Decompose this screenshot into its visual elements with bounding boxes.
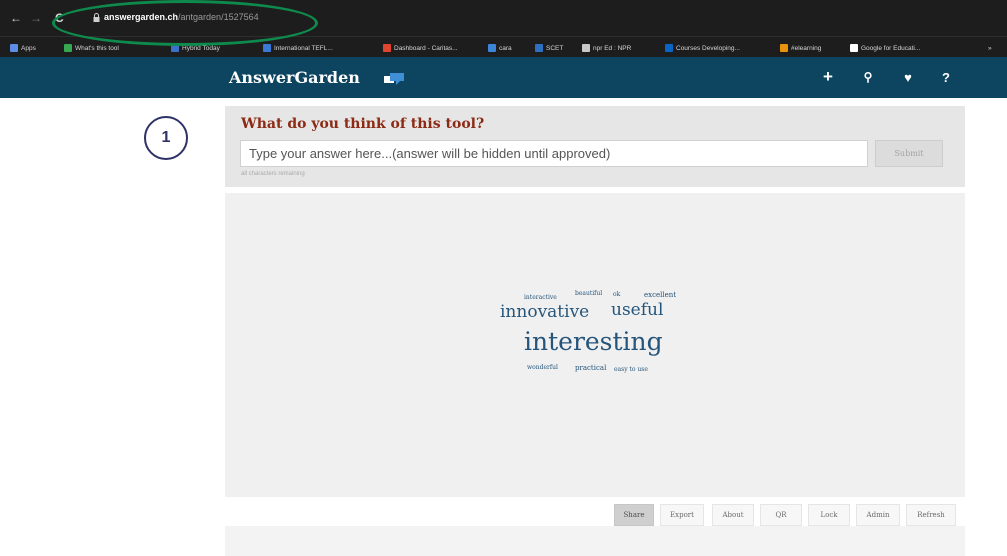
bookmark-item[interactable]: Dashboard - Caritas... xyxy=(383,42,458,54)
character-counter: all characters remaining xyxy=(241,171,305,177)
bookmark-label: #elearning xyxy=(791,44,822,52)
bookmark-label: Hybrid Today xyxy=(182,44,220,52)
cloud-word[interactable]: practical xyxy=(575,365,606,372)
answer-input[interactable] xyxy=(240,140,868,167)
bookmark-favicon-icon xyxy=(535,44,543,52)
url-text[interactable]: answergarden.ch/antgarden/1527564 xyxy=(104,12,259,22)
bookmark-favicon-icon xyxy=(850,44,858,52)
qr-button[interactable]: QR xyxy=(760,504,802,526)
cloud-word[interactable]: ok xyxy=(613,292,620,298)
bookmark-favicon-icon xyxy=(780,44,788,52)
admin-button[interactable]: Admin xyxy=(856,504,900,526)
back-arrow-icon[interactable]: ← xyxy=(10,12,22,24)
answers-panel xyxy=(225,526,965,556)
about-button[interactable]: About xyxy=(712,504,754,526)
cloud-word[interactable]: wonderful xyxy=(527,365,558,371)
cloud-word[interactable]: useful xyxy=(611,302,663,319)
bookmark-label: Courses Developing... xyxy=(676,44,740,52)
bookmark-favicon-icon xyxy=(582,44,590,52)
bookmark-item[interactable]: cara xyxy=(488,42,512,54)
bookmark-label: Google for Educati... xyxy=(861,44,921,52)
bookmark-item[interactable]: SCET xyxy=(535,42,563,54)
bookmark-label: International TEFL... xyxy=(274,44,333,52)
plus-icon[interactable]: + xyxy=(818,67,838,87)
bookmark-favicon-icon xyxy=(10,44,18,52)
bookmark-favicon-icon xyxy=(263,44,271,52)
export-button[interactable]: Export xyxy=(660,504,704,526)
bookmark-item[interactable]: Courses Developing... xyxy=(665,42,740,54)
lock-icon xyxy=(93,13,100,22)
bookmark-favicon-icon xyxy=(665,44,673,52)
url-host: answergarden.ch xyxy=(104,12,179,22)
lock-button[interactable]: Lock xyxy=(808,504,850,526)
bookmark-item[interactable]: npr Ed : NPR xyxy=(582,42,631,54)
bookmark-item[interactable]: Apps xyxy=(10,42,36,54)
more-bookmarks-icon[interactable]: » xyxy=(988,42,992,54)
bookmark-item[interactable]: Google for Educati... xyxy=(850,42,920,54)
help-icon[interactable]: ? xyxy=(936,67,956,87)
question-title: What do you think of this tool? xyxy=(241,116,485,132)
cloud-word[interactable]: easy to use xyxy=(614,367,648,373)
submit-button[interactable]: Submit xyxy=(875,140,943,167)
cloud-word[interactable]: interesting xyxy=(524,329,663,354)
share-button[interactable]: Share xyxy=(614,504,654,526)
refresh-button[interactable]: Refresh xyxy=(906,504,956,526)
bookmark-favicon-icon xyxy=(488,44,496,52)
bookmark-label: What's this tool xyxy=(75,44,119,52)
bookmark-item[interactable]: International TEFL... xyxy=(263,42,333,54)
bookmark-item[interactable]: What's this tool xyxy=(64,42,119,54)
browser-address-bar: ← → C answergarden.ch/antgarden/1527564 xyxy=(0,0,1007,36)
app-header: AnswerGarden + ⚲ ♥ ? xyxy=(0,57,1007,98)
search-icon[interactable]: ⚲ xyxy=(858,67,878,87)
cloud-word[interactable]: interactive xyxy=(524,295,557,301)
bookmark-label: Apps xyxy=(21,44,36,52)
bookmark-label: SCET xyxy=(546,44,564,52)
bookmark-label: Dashboard - Caritas... xyxy=(394,44,458,52)
url-path: /antgarden/1527564 xyxy=(178,12,259,22)
heart-icon[interactable]: ♥ xyxy=(898,67,918,87)
bookmarks-bar: Apps What's this tool Hybrid Today Internat… xyxy=(0,36,1007,57)
forward-arrow-icon[interactable]: → xyxy=(30,12,42,24)
app-title[interactable]: AnswerGarden xyxy=(229,68,360,87)
bookmark-item[interactable]: #elearning xyxy=(780,42,821,54)
bookmark-item[interactable]: Hybrid Today xyxy=(171,42,220,54)
cloud-word[interactable]: innovative xyxy=(500,304,589,321)
cloud-word[interactable]: beautiful xyxy=(575,291,602,297)
screenshot-root: ← → C answergarden.ch/antgarden/1527564 … xyxy=(0,0,1007,556)
bookmark-label: npr Ed : NPR xyxy=(593,44,632,52)
reload-icon[interactable]: C xyxy=(55,12,64,24)
bookmark-favicon-icon xyxy=(64,44,72,52)
cloud-word[interactable]: excellent xyxy=(644,292,676,299)
bookmark-favicon-icon xyxy=(171,44,179,52)
step-number-badge: 1 xyxy=(144,116,188,160)
bookmark-label: cara xyxy=(499,44,512,52)
bookmark-favicon-icon xyxy=(383,44,391,52)
speech-bubbles-icon xyxy=(384,73,404,85)
